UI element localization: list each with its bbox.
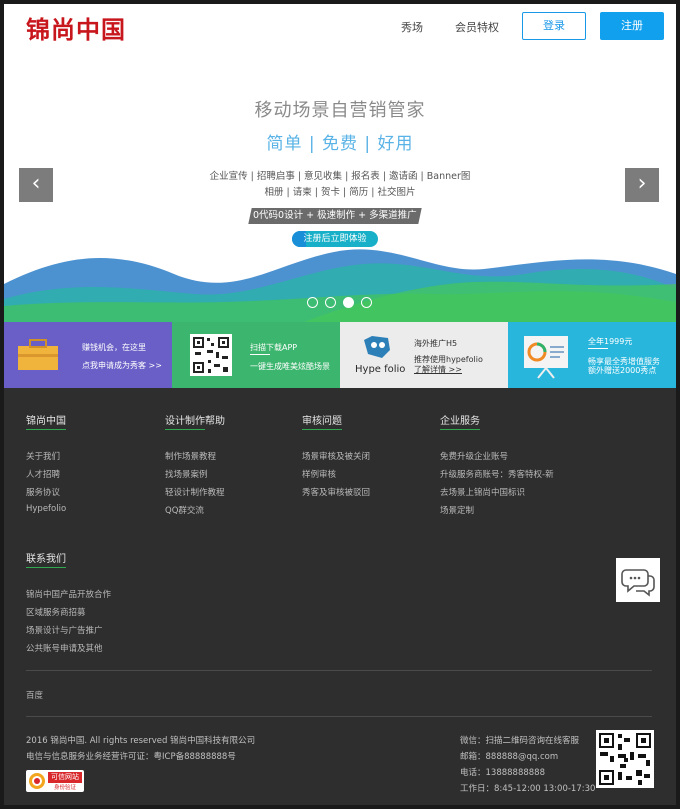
footer-link[interactable]: 样例审核 xyxy=(302,468,336,480)
friend-link-baidu[interactable]: 百度 xyxy=(26,689,43,701)
footer-link[interactable]: 区域服务商招募 xyxy=(26,606,86,618)
footer-link[interactable]: 找场景案例 xyxy=(165,468,208,480)
site-footer: 锦尚中国 关于我们 人才招聘 服务协议 Hypefolio 设计制作帮助 制作场… xyxy=(4,388,676,805)
footer-divider xyxy=(26,716,652,717)
badge-sub-label: 身份验证 xyxy=(53,785,76,791)
footer-link[interactable]: 公共账号申请及其他 xyxy=(26,642,103,654)
footer-link[interactable]: 场景定制 xyxy=(440,504,474,516)
promo4-line1: 全年1999元 xyxy=(588,337,633,346)
promo-annual-plan[interactable]: 全年1999元 畅享最全秀增值服务 额外赠送2000秀点 xyxy=(508,322,676,388)
wave-decoration xyxy=(4,249,676,322)
promo-strip: 赚钱机会，在这里 点我申请成为秀客 >> 扫描下载APP 一键生成唯美炫酷场景 xyxy=(4,322,676,388)
trusted-seal-icon xyxy=(29,773,45,789)
promo-hypefolio[interactable]: Hype folio 海外推广H5 推荐使用hypefolio 了解详情 >> xyxy=(340,322,508,388)
site-logo[interactable]: 锦尚中国 xyxy=(26,10,126,45)
footer-link[interactable]: 场景审核及被关闭 xyxy=(302,450,370,462)
promo-download-app[interactable]: 扫描下载APP 一键生成唯美炫酷场景 xyxy=(172,322,340,388)
hero-title: 移动场景自营销管家 xyxy=(254,100,426,121)
email-contact: 邮箱：888888@qq.com xyxy=(460,752,559,762)
hero-subtitle: 简单 | 免费 | 好用 xyxy=(266,134,414,154)
carousel-dots xyxy=(307,297,372,308)
footer-link[interactable]: Hypefolio xyxy=(26,504,66,514)
carousel-prev-button[interactable]: ‹ xyxy=(19,168,53,202)
carousel-dot[interactable] xyxy=(361,297,372,308)
login-button[interactable]: 登录 xyxy=(522,12,586,40)
footer-link[interactable]: 场景设计与广告推广 xyxy=(26,624,103,636)
promo3-line1: 海外推广H5 xyxy=(414,339,458,348)
promo2-line2: 一键生成唯美炫酷场景 xyxy=(250,362,330,371)
working-hours: 工作日：8:45-12:00 13:00-17:30 xyxy=(460,784,596,794)
footer-col-rule xyxy=(440,429,480,430)
phone-contact: 电话：13888888888 xyxy=(460,768,545,778)
top-header: 锦尚中国 秀场 会员特权 登录 注册 xyxy=(4,4,676,54)
footer-col-rule xyxy=(302,429,342,430)
trusted-site-badge[interactable]: 可信网站 身份验证 xyxy=(26,770,84,792)
hero-tagline-text: 0代码0设计 + 极速制作 + 多渠道推广 xyxy=(253,210,417,221)
carousel-dot[interactable] xyxy=(343,297,354,308)
nav-member-privileges[interactable]: 会员特权 xyxy=(455,19,499,35)
footer-link[interactable]: QQ群交流 xyxy=(165,504,204,516)
footer-link[interactable]: 服务协议 xyxy=(26,486,60,498)
footer-link[interactable]: 秀客及审核被驳回 xyxy=(302,486,370,498)
footer-divider xyxy=(26,670,652,671)
carousel-next-button[interactable]: › xyxy=(625,168,659,202)
footer-col-rule xyxy=(165,429,205,430)
icp-license-text: 电信与信息服务业务经营许可证：粤ICP备88888888号 xyxy=(26,752,236,762)
promo2-line1: 扫描下载APP xyxy=(250,343,298,352)
footer-contact-title: 联系我们 xyxy=(26,554,66,565)
promo1-line2: 点我申请成为秀客 >> xyxy=(82,361,162,370)
hypefolio-brand: Hype folio xyxy=(355,364,406,375)
hero-feature-list-1: 企业宣传 | 招聘启事 | 意见收集 | 报名表 | 邀请函 | Banner图 xyxy=(209,171,471,182)
chevron-left-icon: ‹ xyxy=(31,171,41,196)
footer-link[interactable]: 去场景上锦尚中国标识 xyxy=(440,486,525,498)
online-chat-button[interactable] xyxy=(616,558,660,602)
footer-link[interactable]: 免费升级企业账号 xyxy=(440,450,508,462)
footer-link[interactable]: 关于我们 xyxy=(26,450,60,462)
qr-code-icon xyxy=(190,334,232,376)
wechat-qr-code-icon xyxy=(596,730,654,788)
hero-carousel: 移动场景自营销管家 简单 | 免费 | 好用 企业宣传 | 招聘启事 | 意见收… xyxy=(4,54,676,322)
briefcase-icon xyxy=(18,339,58,370)
promo1-line1: 赚钱机会，在这里 xyxy=(82,343,146,352)
promo4-line3: 额外赠送2000秀点 xyxy=(588,366,657,375)
footer-col-rule xyxy=(26,429,66,430)
footer-link[interactable]: 升级服务商账号：秀客特权-新 xyxy=(440,468,554,480)
footer-col-title-about: 锦尚中国 xyxy=(26,416,66,427)
register-button[interactable]: 注册 xyxy=(600,12,664,40)
hero-feature-list-2: 相册 | 请柬 | 贺卡 | 简历 | 社交图片 xyxy=(264,187,416,198)
footer-link[interactable]: 人才招聘 xyxy=(26,468,60,480)
carousel-dot[interactable] xyxy=(307,297,318,308)
footer-link[interactable]: 制作场景教程 xyxy=(165,450,216,462)
footer-col-title-review: 审核问题 xyxy=(302,416,342,427)
copyright-text: 2016 锦尚中国. All rights reserved 锦尚中国科技有限公… xyxy=(26,736,256,746)
carousel-dot[interactable] xyxy=(325,297,336,308)
badge-label: 可信网站 xyxy=(48,772,82,783)
wechat-contact: 微信：扫描二维码咨询在线客服 xyxy=(460,736,580,746)
chevron-right-icon: › xyxy=(637,171,647,196)
promo2-rule xyxy=(250,354,270,355)
hero-tagline: 0代码0设计 + 极速制作 + 多渠道推广 xyxy=(248,208,422,224)
hypefolio-logo-icon xyxy=(364,336,390,358)
footer-link[interactable]: 锦尚中国产品开放合作 xyxy=(26,588,111,600)
promo4-rule xyxy=(588,348,608,349)
presentation-board-icon xyxy=(524,336,568,379)
chat-bubble-icon xyxy=(621,569,655,597)
footer-col-rule xyxy=(26,567,66,568)
footer-col-title-enterprise: 企业服务 xyxy=(440,416,480,427)
footer-col-title-help: 设计制作帮助 xyxy=(165,416,225,427)
promo3-more-link[interactable]: 了解详情 >> xyxy=(414,364,462,375)
cta-label: 注册后立即体验 xyxy=(303,234,367,244)
footer-link[interactable]: 轻设计制作教程 xyxy=(165,486,225,498)
nav-showcase[interactable]: 秀场 xyxy=(401,19,423,35)
page-frame: 锦尚中国 秀场 会员特权 登录 注册 移动场景自营销管家 简单 | 免费 | 好… xyxy=(4,4,676,805)
promo-become-showker[interactable]: 赚钱机会，在这里 点我申请成为秀客 >> xyxy=(4,322,172,388)
